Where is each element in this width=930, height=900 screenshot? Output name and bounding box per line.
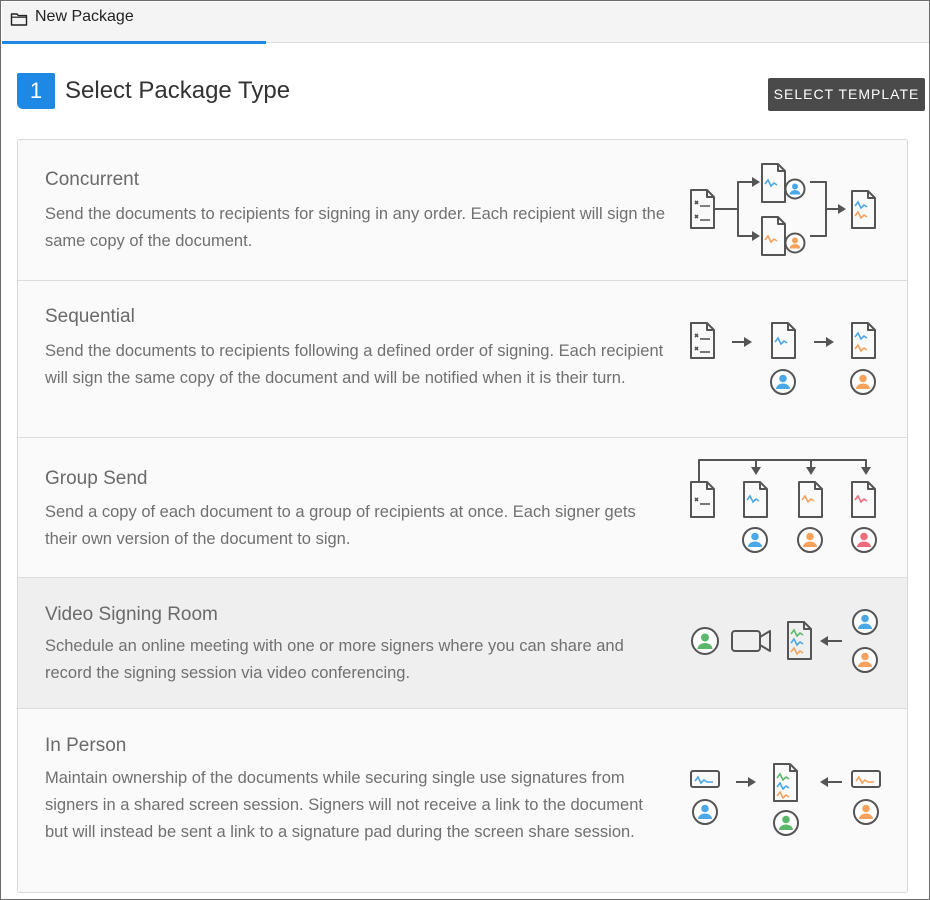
window-frame: New Package 1 Select Package Type SELECT… — [0, 0, 930, 900]
option-title: Sequential — [45, 306, 135, 327]
in-person-flow-icon — [690, 763, 881, 836]
option-title: In Person — [45, 735, 127, 756]
tab-label: New Package — [35, 8, 134, 25]
active-tab-indicator — [2, 41, 266, 44]
option-title: Group Send — [45, 468, 148, 489]
option-video-signing-room[interactable]: Video Signing Room Schedule an online me… — [18, 578, 907, 709]
option-sequential[interactable]: Sequential Send the documents to recipie… — [18, 281, 907, 438]
step-number-badge: 1 — [17, 73, 55, 109]
option-title: Concurrent — [45, 169, 139, 190]
package-type-list: Concurrent Send the documents to recipie… — [17, 139, 908, 893]
option-description: Send a copy of each document to a group … — [45, 503, 636, 548]
video-signing-flow-icon — [691, 609, 878, 673]
group-send-flow-icon — [690, 459, 877, 553]
tab-new-package[interactable]: New Package — [2, 2, 266, 44]
select-template-button[interactable]: SELECT TEMPLATE — [768, 78, 925, 111]
option-concurrent[interactable]: Concurrent Send the documents to recipie… — [18, 140, 907, 281]
folder-icon — [10, 13, 28, 26]
option-description: Send the documents to recipients followi… — [45, 342, 664, 387]
option-description: Schedule an online meeting with one or m… — [45, 637, 624, 682]
option-in-person[interactable]: In Person Maintain ownership of the docu… — [18, 709, 907, 892]
option-title: Video Signing Room — [45, 604, 218, 625]
option-group-send[interactable]: Group Send Send a copy of each document … — [18, 438, 907, 578]
option-description: Send the documents to recipients for sig… — [45, 205, 666, 250]
tab-bar: New Package — [2, 2, 929, 44]
sequential-flow-icon — [690, 322, 876, 395]
option-description: Maintain ownership of the documents whil… — [45, 769, 643, 841]
page-title: Select Package Type — [65, 77, 291, 104]
concurrent-flow-icon — [690, 163, 876, 256]
